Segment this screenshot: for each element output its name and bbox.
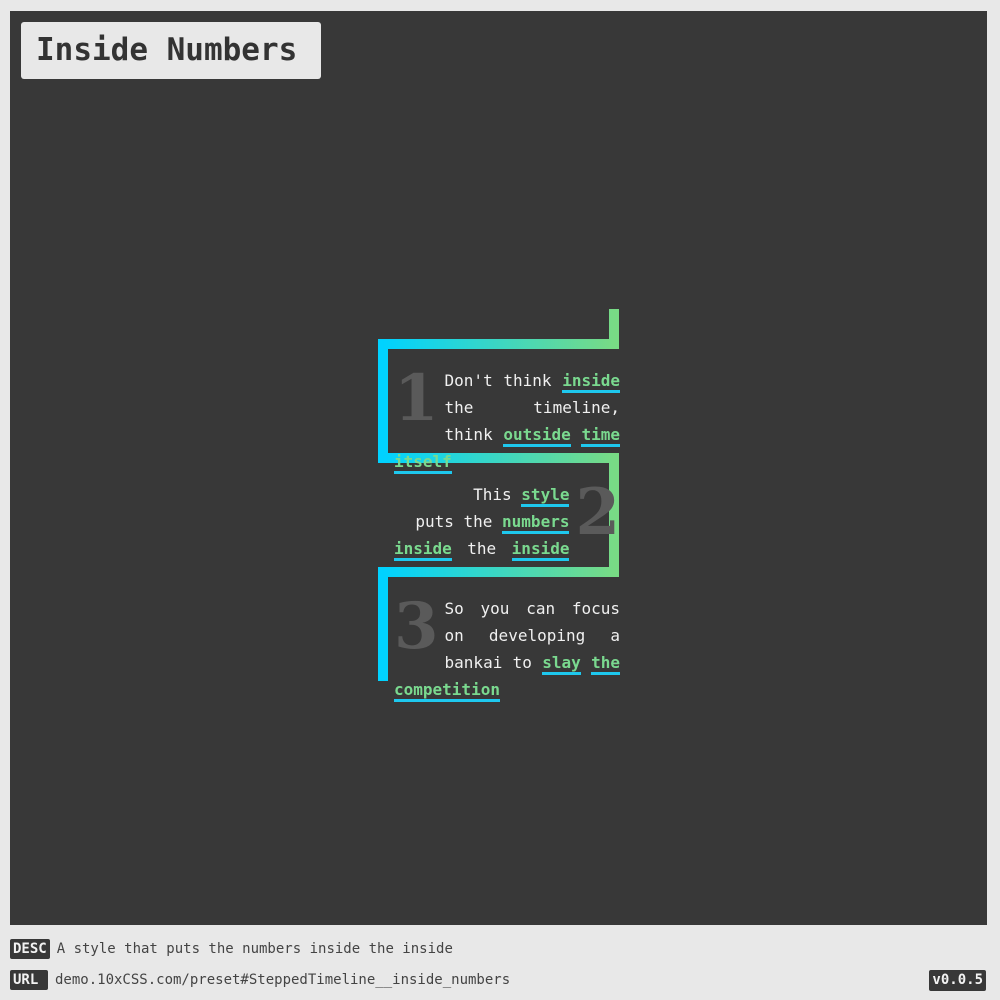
step-number: 1 (394, 361, 439, 436)
highlight-link[interactable]: style (521, 485, 570, 507)
highlight-link[interactable]: inside (394, 539, 452, 561)
highlight-link[interactable]: numbers (502, 512, 570, 534)
highlight-link[interactable]: competition (394, 680, 500, 702)
step-text: This (473, 485, 512, 504)
highlight-link[interactable]: itself (394, 452, 452, 474)
step-number: 3 (394, 589, 439, 664)
stepped-timeline: 1 Don't think inside the timeline, think… (378, 309, 621, 702)
step-text: Don't think (444, 371, 552, 390)
highlight-link[interactable]: the (591, 653, 621, 675)
desc-tag: DESC (10, 939, 50, 959)
highlight-link[interactable]: inside (562, 371, 620, 393)
step-number: 2 (575, 475, 620, 550)
url-tag: URL (10, 970, 48, 990)
highlight-link[interactable]: time (581, 425, 620, 447)
step-text: to (512, 653, 532, 672)
preview-panel: Inside Numbers 1 Don't think inside the … (10, 11, 987, 925)
step-text: puts the (415, 512, 493, 531)
url-link[interactable]: demo.10xCSS.com/preset#SteppedTimeline__… (55, 972, 510, 988)
version-badge: v0.0.5 (929, 970, 986, 991)
timeline-step-3: 3 So you can focus on developing a banka… (394, 589, 621, 703)
highlight-link[interactable]: slay (542, 653, 581, 675)
highlight-link[interactable]: outside (503, 425, 571, 447)
footer-desc-row: DESC A style that puts the numbers insid… (10, 938, 453, 960)
page-title: Inside Numbers (21, 22, 321, 79)
step-text: the (467, 539, 497, 558)
desc-text: A style that puts the numbers inside the… (56, 941, 453, 957)
footer-url-row: URL demo.10xCSS.com/preset#SteppedTimeli… (10, 969, 510, 991)
timeline-step-2: 2 This style puts the numbers inside the… (394, 481, 620, 562)
timeline-step-1: 1 Don't think inside the timeline, think… (394, 367, 620, 475)
highlight-link[interactable]: inside (511, 539, 570, 561)
